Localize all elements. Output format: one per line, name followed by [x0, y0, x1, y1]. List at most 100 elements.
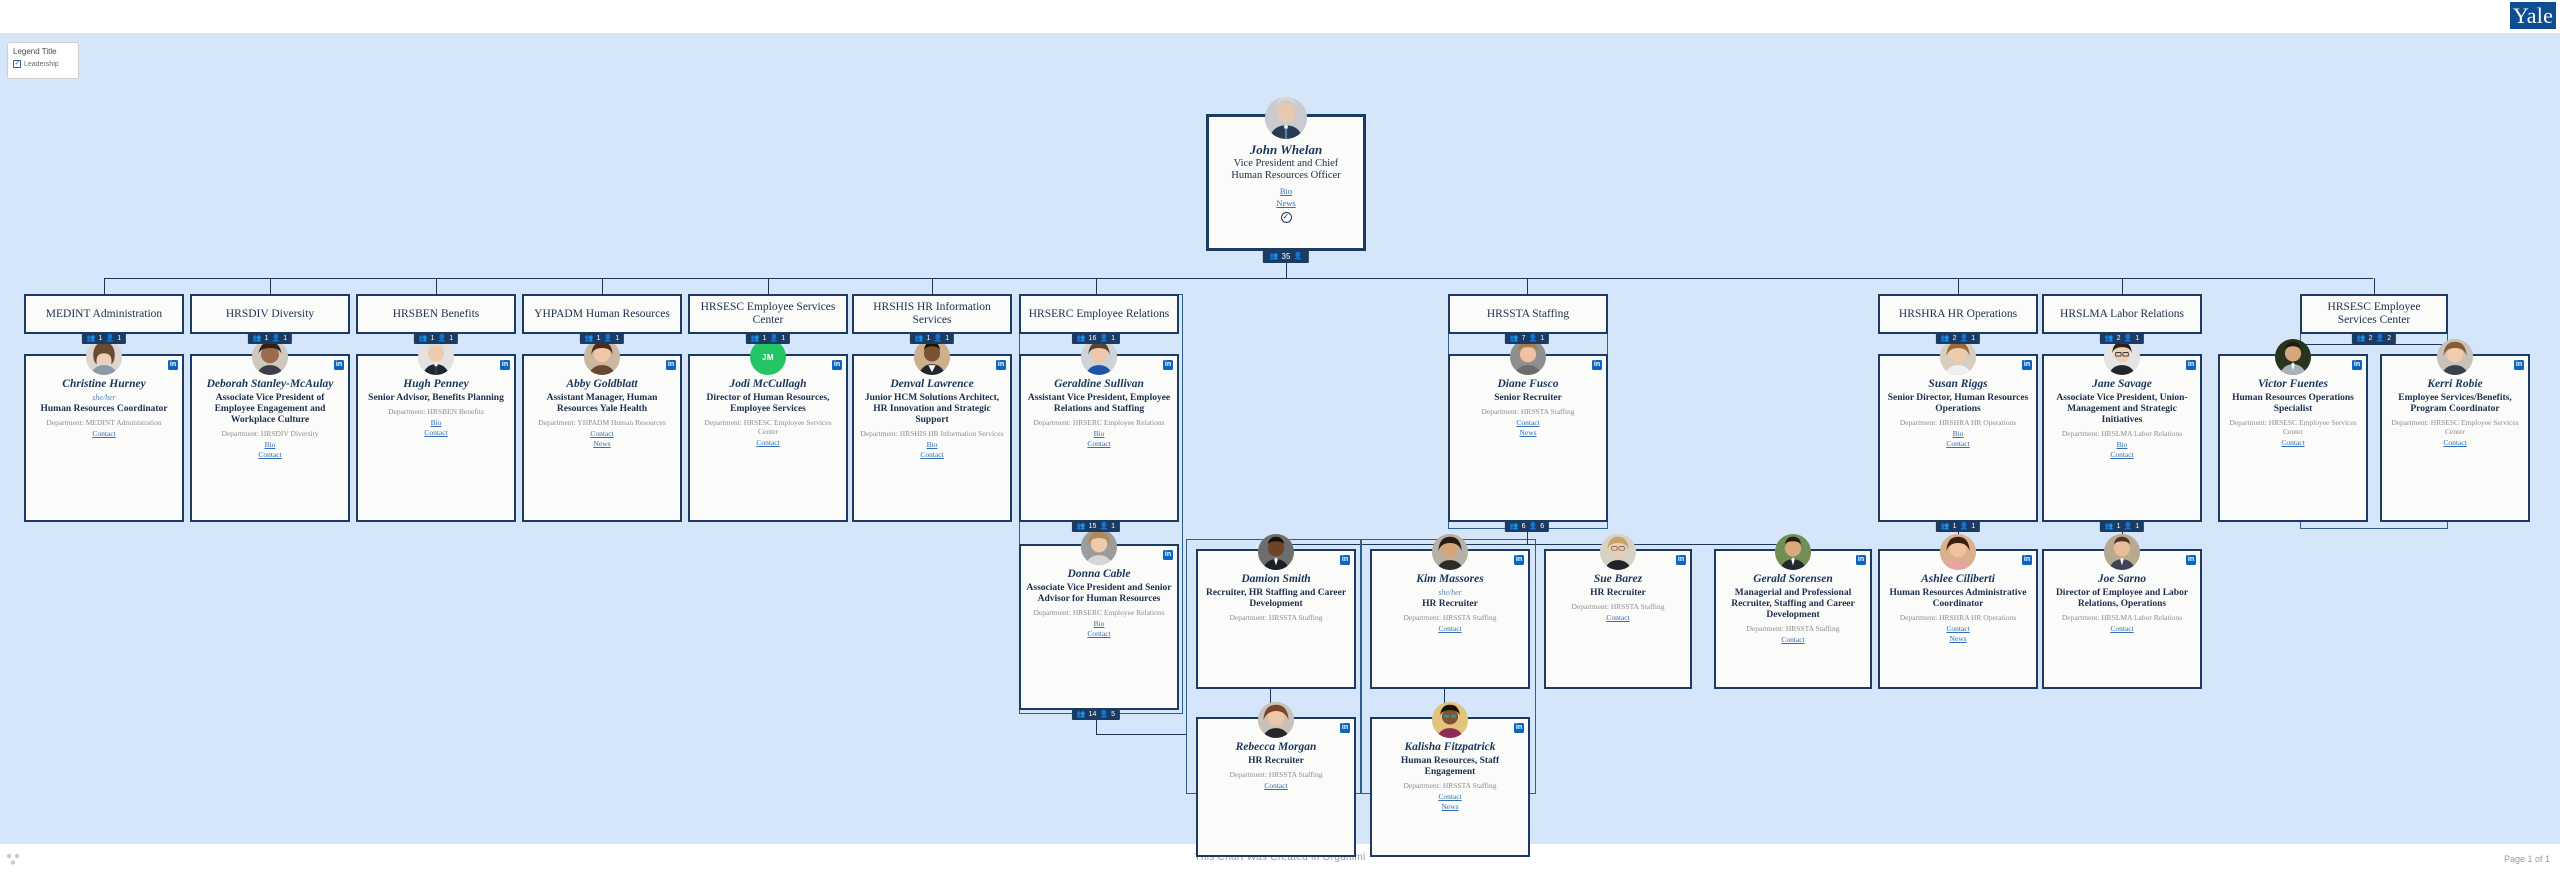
- dept-box-hrssta[interactable]: HRSSTA Staffing: [1448, 294, 1608, 334]
- count-badge-hrsben[interactable]: 👥 1 👤 1: [413, 333, 459, 344]
- dept-box-hrshis[interactable]: HRSHIS HR Information Services: [852, 294, 1012, 334]
- person-card-donna[interactable]: in Donna Cable Associate Vice President …: [1019, 529, 1179, 710]
- person-card-damion[interactable]: in Damion Smith Recruiter, HR Staffing a…: [1196, 534, 1356, 689]
- count-badge-donna[interactable]: 👥 14 👤 5: [1071, 709, 1121, 720]
- contact-link[interactable]: Contact: [2387, 438, 2523, 448]
- count-badge-hrshis[interactable]: 👥 1 👤 1: [909, 333, 955, 344]
- contact-link[interactable]: Contact: [1377, 792, 1523, 802]
- contact-link[interactable]: Contact: [197, 450, 343, 460]
- news-link[interactable]: News: [1455, 428, 1601, 438]
- contact-link[interactable]: Contact: [2049, 624, 2195, 634]
- news-link[interactable]: News: [1885, 634, 2031, 644]
- linkedin-icon[interactable]: in: [2022, 555, 2032, 565]
- count-badge-hrserc[interactable]: 👥 16 👤 1: [1071, 333, 1121, 344]
- bio-link[interactable]: Bio: [1026, 429, 1172, 439]
- linkedin-icon[interactable]: in: [1340, 723, 1350, 733]
- contact-link[interactable]: Contact: [1203, 781, 1349, 791]
- person-card-kerri[interactable]: in Kerri Robie Employee Services/Benefit…: [2380, 339, 2530, 522]
- news-link[interactable]: News: [1217, 197, 1355, 209]
- bio-link[interactable]: Bio: [2049, 440, 2195, 450]
- dept-box-hrsesc-1[interactable]: HRSESC Employee Services Center: [688, 294, 848, 334]
- dept-box-hrslma[interactable]: HRSLMA Labor Relations: [2042, 294, 2202, 334]
- person-card-diane[interactable]: in Diane Fusco Senior Recruiter Departme…: [1448, 339, 1608, 522]
- count-badge-hrsdiv[interactable]: 👥 1 👤 1: [247, 333, 293, 344]
- linkedin-icon[interactable]: in: [1340, 555, 1350, 565]
- person-card-abby[interactable]: in Abby Goldblatt Assistant Manager, Hum…: [522, 339, 682, 522]
- linkedin-icon[interactable]: in: [2514, 360, 2524, 370]
- news-link[interactable]: News: [1377, 802, 1523, 812]
- contact-link[interactable]: Contact: [2049, 450, 2195, 460]
- contact-link[interactable]: Contact: [529, 429, 675, 439]
- bio-link[interactable]: Bio: [1217, 185, 1355, 197]
- count-badge-jane[interactable]: 👥 1 👤 1: [2099, 521, 2145, 532]
- dept-box-hrsdiv[interactable]: HRSDIV Diversity: [190, 294, 350, 334]
- linkedin-icon[interactable]: in: [2022, 360, 2032, 370]
- bio-link[interactable]: Bio: [859, 440, 1005, 450]
- bio-link[interactable]: Bio: [363, 418, 509, 428]
- linkedin-icon[interactable]: in: [1163, 360, 1173, 370]
- person-card-rebecca[interactable]: in Rebecca Morgan HR Recruiter Departmen…: [1196, 702, 1356, 857]
- count-badge-yhpadm[interactable]: 👥 1 👤 1: [579, 333, 625, 344]
- contact-link[interactable]: Contact: [1377, 624, 1523, 634]
- contact-link[interactable]: Contact: [1026, 439, 1172, 449]
- linkedin-icon[interactable]: in: [168, 360, 178, 370]
- contact-link[interactable]: Contact: [31, 429, 177, 439]
- person-card-victor[interactable]: in Victor Fuentes Human Resources Operat…: [2218, 339, 2368, 522]
- bio-link[interactable]: Bio: [1885, 429, 2031, 439]
- contact-link[interactable]: Contact: [1885, 439, 2031, 449]
- contact-link[interactable]: Contact: [1455, 418, 1601, 428]
- linkedin-icon[interactable]: in: [500, 360, 510, 370]
- dept-box-yhpadm[interactable]: YHPADM Human Resources: [522, 294, 682, 334]
- linkedin-icon[interactable]: in: [2186, 360, 2196, 370]
- dept-box-hrshra[interactable]: HRSHRA HR Operations: [1878, 294, 2038, 334]
- contact-link[interactable]: Contact: [695, 438, 841, 448]
- contact-link[interactable]: Contact: [1026, 629, 1172, 639]
- dept-box-hrsben[interactable]: HRSBEN Benefits: [356, 294, 516, 334]
- dept-box-hrserc[interactable]: HRSERC Employee Relations: [1019, 294, 1179, 334]
- linkedin-icon[interactable]: in: [334, 360, 344, 370]
- dept-box-medint[interactable]: MEDINT Administration: [24, 294, 184, 334]
- person-card-joe[interactable]: in Joe Sarno Director of Employee and La…: [2042, 534, 2202, 689]
- person-card-susan[interactable]: in Susan Riggs Senior Director, Human Re…: [1878, 339, 2038, 522]
- linkedin-icon[interactable]: in: [832, 360, 842, 370]
- contact-link[interactable]: Contact: [1885, 624, 2031, 634]
- person-card-hugh[interactable]: in Hugh Penney Senior Advisor, Benefits …: [356, 339, 516, 522]
- linkedin-icon[interactable]: in: [1856, 555, 1866, 565]
- contact-link[interactable]: Contact: [1721, 635, 1865, 645]
- contact-link[interactable]: Contact: [363, 428, 509, 438]
- bio-link[interactable]: Bio: [1026, 619, 1172, 629]
- person-card-denval[interactable]: in Denval Lawrence Junior HCM Solutions …: [852, 339, 1012, 522]
- linkedin-icon[interactable]: in: [1163, 550, 1173, 560]
- linkedin-icon[interactable]: in: [996, 360, 1006, 370]
- contact-link[interactable]: Contact: [1551, 613, 1685, 623]
- person-card-deborah[interactable]: in Deborah Stanley-McAulay Associate Vic…: [190, 339, 350, 522]
- count-badge-geraldine[interactable]: 👥 15 👤 1: [1071, 521, 1121, 532]
- linkedin-icon[interactable]: in: [1676, 555, 1686, 565]
- count-badge-hrsesc-2[interactable]: 👥 2 👤 2: [2351, 333, 2397, 344]
- linkedin-icon[interactable]: in: [2186, 555, 2196, 565]
- dept-box-hrsesc-2[interactable]: HRSESC Employee Services Center: [2300, 294, 2448, 334]
- count-badge-hrslma[interactable]: 👥 2 👤 1: [2099, 333, 2145, 344]
- person-card-kalisha[interactable]: in Kalisha Fitzpatrick Human Resources, …: [1370, 702, 1530, 857]
- linkedin-icon[interactable]: in: [2352, 360, 2362, 370]
- person-card-ashlee[interactable]: in Ashlee Ciliberti Human Resources Admi…: [1878, 534, 2038, 689]
- count-badge-diane[interactable]: 👥 6 👤 6: [1504, 521, 1550, 532]
- person-card-jane[interactable]: in Jane Savage Associate Vice President,…: [2042, 339, 2202, 522]
- person-card-kim[interactable]: in Kim Massores she/her HR Recruiter Dep…: [1370, 534, 1530, 689]
- count-badge-hrssta[interactable]: 👥 7 👤 1: [1504, 333, 1550, 344]
- person-card-sue[interactable]: in Sue Barez HR Recruiter Department: HR…: [1544, 534, 1692, 689]
- linkedin-icon[interactable]: in: [666, 360, 676, 370]
- linkedin-icon[interactable]: in: [1592, 360, 1602, 370]
- count-badge-medint[interactable]: 👥 1 👤 1: [81, 333, 127, 344]
- count-badge-hrshra[interactable]: 👥 2 👤 1: [1935, 333, 1981, 344]
- person-card-christine[interactable]: in Christine Hurney she/her Human Resour…: [24, 339, 184, 522]
- contact-link[interactable]: Contact: [2225, 438, 2361, 448]
- person-card-root[interactable]: John Whelan Vice President and Chief Hum…: [1206, 97, 1366, 251]
- person-card-jodi[interactable]: JM in Jodi McCullagh Director of Human R…: [688, 339, 848, 522]
- person-card-geraldine[interactable]: in Geraldine Sullivan Assistant Vice Pre…: [1019, 339, 1179, 522]
- linkedin-icon[interactable]: in: [1514, 723, 1524, 733]
- linkedin-icon[interactable]: in: [1514, 555, 1524, 565]
- count-badge-root[interactable]: 👥 35 👤: [1262, 250, 1310, 263]
- person-card-gerald[interactable]: in Gerald Sorensen Managerial and Profes…: [1714, 534, 1872, 689]
- contact-link[interactable]: Contact: [859, 450, 1005, 460]
